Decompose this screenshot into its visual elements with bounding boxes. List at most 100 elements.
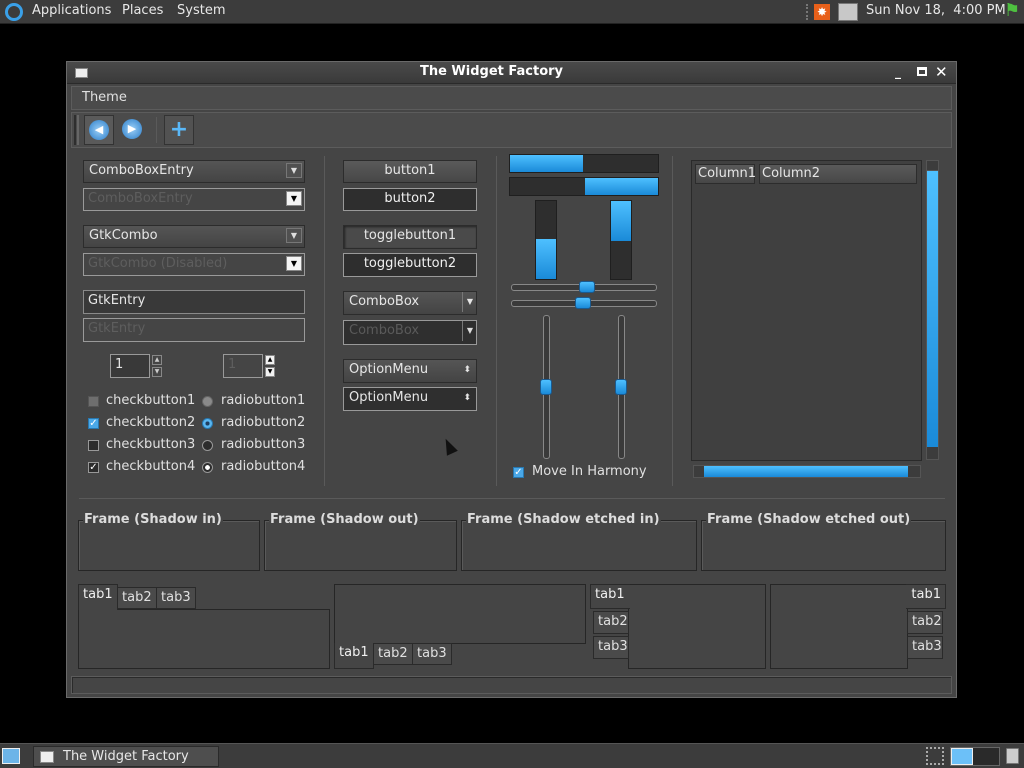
- update-notifier-icon[interactable]: ✸: [814, 4, 830, 20]
- tree-hscrollbar-thumb[interactable]: [704, 466, 908, 477]
- gtk-combo[interactable]: GtkCombo ▼: [83, 225, 305, 248]
- trash-icon[interactable]: [1006, 748, 1019, 764]
- spin-button-2-disabled: 1: [223, 354, 263, 378]
- combobox-entry-text: ComboBoxEntry: [89, 163, 194, 178]
- tree-view[interactable]: Column1 Column2: [691, 160, 922, 461]
- radiobutton2-circle[interactable]: [202, 418, 213, 429]
- toolbar-separator: [156, 117, 157, 143]
- logout-icon[interactable]: ⚑: [1004, 2, 1020, 20]
- progress-bar-v2-fill: [611, 201, 631, 241]
- tree-vscrollbar[interactable]: [926, 160, 939, 460]
- tab2[interactable]: tab2: [373, 643, 413, 665]
- checkbutton4-label[interactable]: checkbutton4: [106, 459, 195, 474]
- frame-shadow-etched-in: Frame (Shadow etched in): [461, 512, 697, 571]
- radiobutton2-label[interactable]: radiobutton2: [221, 415, 305, 430]
- tab3[interactable]: tab3: [907, 636, 943, 659]
- button2[interactable]: button2: [343, 188, 477, 211]
- taskbar-button[interactable]: The Widget Factory: [33, 746, 219, 767]
- combobox-entry[interactable]: ComboBoxEntry ▼: [83, 160, 305, 183]
- radiobutton1-circle[interactable]: [202, 396, 213, 407]
- tab3[interactable]: tab3: [593, 636, 629, 659]
- vscale-2-slider[interactable]: [615, 379, 627, 395]
- tab1[interactable]: tab1: [334, 643, 374, 669]
- move-in-harmony-check[interactable]: ✓: [513, 467, 524, 478]
- tree-hscrollbar[interactable]: [693, 465, 921, 478]
- tree-column1-header[interactable]: Column1: [695, 164, 756, 184]
- radiobutton4-label[interactable]: radiobutton4: [221, 459, 305, 474]
- tree-vscrollbar-thumb[interactable]: [927, 171, 938, 447]
- vscale-1-slider[interactable]: [540, 379, 552, 395]
- notebook-tabs-left: tab1 tab2 tab3: [590, 584, 766, 669]
- clock[interactable]: Sun Nov 18, 4:00 PM: [866, 3, 1006, 18]
- workspace-1[interactable]: [951, 748, 973, 765]
- vertical-separator: [672, 156, 673, 486]
- top-panel: Applications Places System ✸ Sun Nov 18,…: [0, 0, 1024, 24]
- option-menu-2[interactable]: OptionMenu ⬍: [343, 387, 477, 411]
- chevron-down-icon[interactable]: ▼: [286, 228, 302, 243]
- checkbutton3-box[interactable]: [88, 440, 99, 451]
- radiobutton4-circle[interactable]: [202, 462, 213, 473]
- window-title: The Widget Factory: [419, 64, 564, 79]
- gtk-entry[interactable]: GtkEntry: [83, 290, 305, 314]
- tab2[interactable]: tab2: [117, 587, 157, 609]
- title-bar[interactable]: The Widget Factory _ ✕: [67, 62, 956, 84]
- spin-button-1[interactable]: 1: [110, 354, 150, 378]
- workspace-switcher[interactable]: [950, 747, 1000, 766]
- maximize-icon[interactable]: [917, 67, 927, 76]
- radiobutton1-label[interactable]: radiobutton1: [221, 393, 305, 408]
- chevron-down-icon: ▼: [286, 256, 302, 271]
- combobox-1[interactable]: ComboBox ▼: [343, 291, 477, 315]
- tab3[interactable]: tab3: [412, 643, 452, 665]
- tree-column2-header[interactable]: Column2: [759, 164, 917, 184]
- menu-bar: Theme: [71, 86, 952, 110]
- gtk-entry-disabled: GtkEntry: [83, 318, 305, 342]
- hscale-1-slider[interactable]: [579, 281, 595, 293]
- spin-down-icon: ▼: [265, 367, 275, 377]
- togglebutton2[interactable]: togglebutton2: [343, 253, 477, 277]
- back-icon: ◀: [89, 120, 109, 140]
- checkbutton1-box[interactable]: [88, 396, 99, 407]
- scroll-up-icon[interactable]: [927, 161, 938, 171]
- togglebutton1[interactable]: togglebutton1: [343, 225, 477, 249]
- chevron-down-icon[interactable]: ▼: [286, 163, 302, 178]
- close-icon[interactable]: ✕: [935, 63, 948, 81]
- checkbutton4-box[interactable]: ✓: [88, 462, 99, 473]
- show-desktop-icon[interactable]: [2, 748, 20, 764]
- tab1[interactable]: tab1: [78, 584, 118, 610]
- tab1[interactable]: tab1: [906, 584, 946, 609]
- spin-down-icon[interactable]: ▼: [152, 367, 162, 377]
- theme-menu[interactable]: Theme: [82, 90, 127, 105]
- button1[interactable]: button1: [343, 160, 477, 183]
- minimize-icon[interactable]: _: [895, 65, 901, 79]
- checkbutton1-label[interactable]: checkbutton1: [106, 393, 195, 408]
- notebook-page: [334, 584, 586, 644]
- mouse-pointer-icon: [440, 436, 458, 456]
- tab3[interactable]: tab3: [156, 587, 196, 609]
- widget-factory-window: The Widget Factory _ ✕ Theme ◀ ▶ + Combo…: [66, 61, 957, 698]
- gnome-foot-icon[interactable]: [5, 3, 23, 21]
- toolbar-handle[interactable]: [74, 115, 79, 145]
- tab2[interactable]: tab2: [593, 611, 629, 634]
- network-icon[interactable]: [838, 3, 858, 21]
- hscale-2-slider[interactable]: [575, 297, 591, 309]
- system-menu[interactable]: System: [177, 3, 225, 18]
- add-button[interactable]: +: [164, 115, 194, 145]
- checkbutton3-label[interactable]: checkbutton3: [106, 437, 195, 452]
- workspace-switcher-icon[interactable]: [926, 747, 944, 765]
- radiobutton3-circle[interactable]: [202, 440, 213, 451]
- notebook-tabs-bottom: tab1 tab2 tab3: [334, 584, 586, 669]
- spin-up-icon[interactable]: ▲: [152, 355, 162, 365]
- tab2[interactable]: tab2: [907, 611, 943, 634]
- radiobutton3-label[interactable]: radiobutton3: [221, 437, 305, 452]
- tab1[interactable]: tab1: [590, 584, 630, 609]
- checkbutton2-label[interactable]: checkbutton2: [106, 415, 195, 430]
- frame-shadow-in-title: Frame (Shadow in): [83, 512, 223, 527]
- back-button[interactable]: ◀: [84, 115, 114, 145]
- forward-button[interactable]: ▶: [118, 115, 148, 145]
- applications-menu[interactable]: Applications: [32, 3, 111, 18]
- checkbutton2-box[interactable]: ✓: [88, 418, 99, 429]
- move-in-harmony-label[interactable]: Move In Harmony: [532, 464, 647, 479]
- places-menu[interactable]: Places: [122, 3, 163, 18]
- progress-bar-h2-fill: [585, 178, 658, 195]
- option-menu-1[interactable]: OptionMenu ⬍: [343, 359, 477, 383]
